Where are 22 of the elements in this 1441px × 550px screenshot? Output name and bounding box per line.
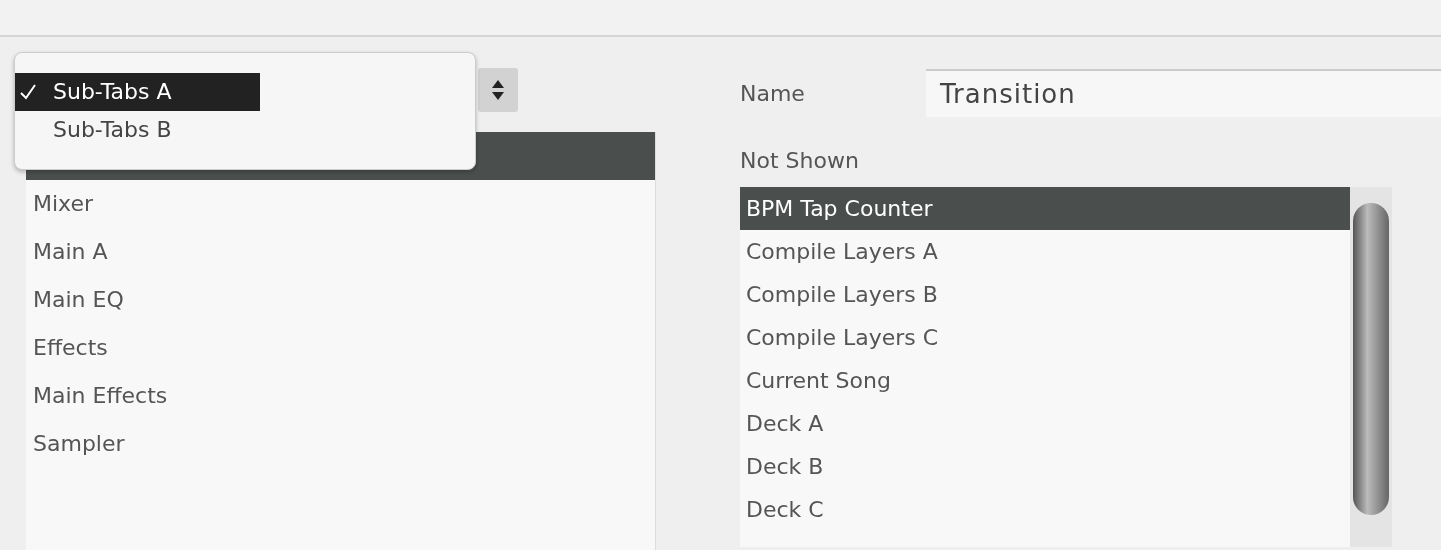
- menu-item[interactable]: Sub-Tabs A: [15, 73, 260, 111]
- scroll-thumb[interactable]: [1353, 203, 1389, 515]
- list-item[interactable]: Deck A: [740, 402, 1350, 445]
- list-item[interactable]: Main Effects: [26, 372, 655, 420]
- list-item[interactable]: Compile Layers B: [740, 273, 1350, 316]
- list-item[interactable]: BPM Tap Counter: [740, 187, 1350, 230]
- list-item[interactable]: Effects: [26, 324, 655, 372]
- stepper-icon[interactable]: [478, 68, 518, 112]
- list-item[interactable]: Deck B: [740, 445, 1350, 488]
- list-item[interactable]: Sampler: [26, 420, 655, 468]
- list-item[interactable]: Main A: [26, 228, 655, 276]
- list-item[interactable]: Main EQ: [26, 276, 655, 324]
- menu-item[interactable]: Sub-Tabs B: [15, 111, 260, 149]
- not-shown-label: Not Shown: [740, 148, 859, 173]
- scrollbar[interactable]: [1350, 187, 1392, 547]
- list-item[interactable]: Deck C: [740, 488, 1350, 531]
- list-item[interactable]: Compile Layers C: [740, 316, 1350, 359]
- list-item[interactable]: Compile Layers A: [740, 230, 1350, 273]
- list-item[interactable]: Current Song: [740, 359, 1350, 402]
- list-item[interactable]: Mixer: [26, 180, 655, 228]
- name-label: Name: [740, 80, 806, 106]
- name-field[interactable]: Transition: [926, 69, 1441, 117]
